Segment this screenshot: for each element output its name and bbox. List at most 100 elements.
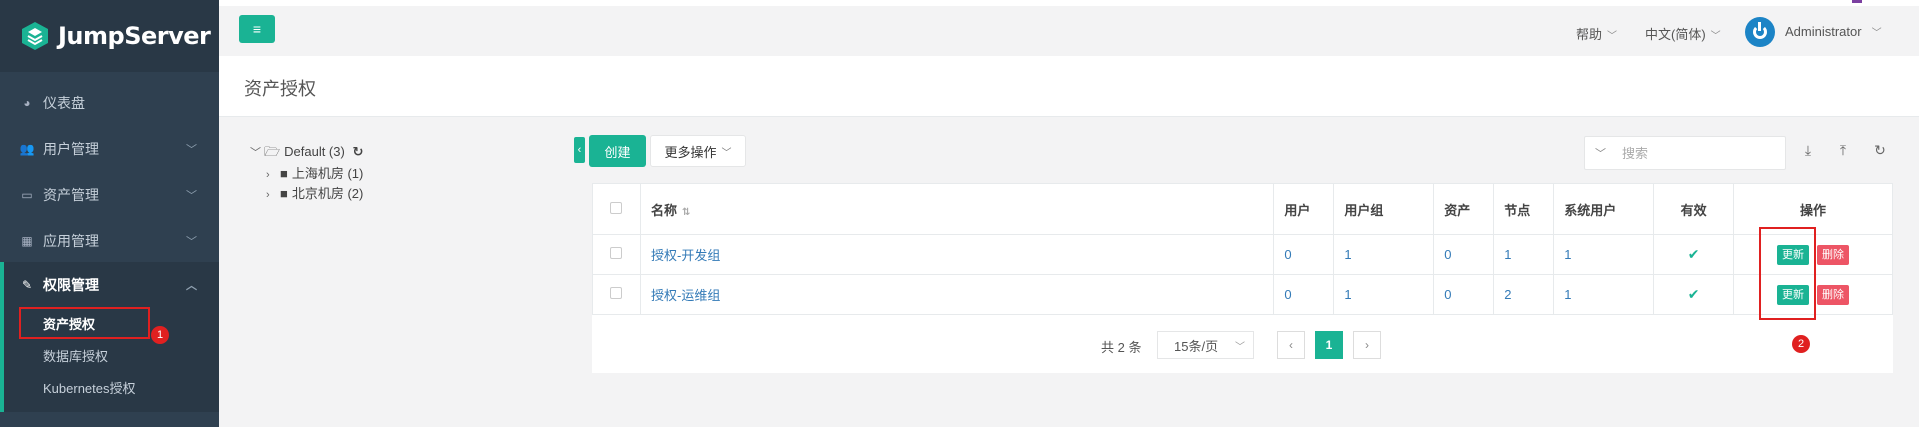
pager-next-button[interactable]: ›: [1353, 331, 1381, 359]
upload-icon[interactable]: ⤒: [1834, 142, 1852, 160]
row-checkbox[interactable]: [610, 247, 623, 259]
download-icon[interactable]: ⤓: [1799, 142, 1817, 160]
column-header-name[interactable]: 名称 ⇅: [639, 183, 1275, 235]
user-name: Administrator: [1785, 24, 1862, 39]
help-menu[interactable]: 帮助 ﹀: [1576, 24, 1617, 43]
delete-button[interactable]: 删除: [1817, 284, 1850, 305]
dashboard-icon: ◕: [23, 96, 31, 110]
column-header-system-users: 系统用户: [1553, 183, 1655, 235]
folder-open-icon: 🗁: [264, 144, 281, 159]
row-select-cell: [592, 234, 641, 275]
sidebar-item-label: 资产管理: [43, 187, 99, 203]
permission-name-link[interactable]: 授权-开发组: [651, 248, 720, 263]
more-actions-button[interactable]: 更多操作 ﹀: [650, 135, 746, 167]
tree-node-label: Default (3): [284, 144, 345, 159]
chevron-down-icon: ﹀: [1607, 31, 1618, 42]
chevron-down-icon: ﹀: [1235, 341, 1245, 353]
sidebar-item-permissions[interactable]: ✎ 权限管理 ︿: [0, 262, 219, 308]
table-row: 授权-开发组 0 1 0 1 1 ✔ 更新 删除: [592, 234, 1893, 275]
chevron-down-icon: ﹀: [721, 147, 732, 159]
nodes-cell: 2: [1493, 274, 1555, 315]
column-header-nodes: 节点: [1493, 183, 1555, 235]
search-input[interactable]: [1620, 144, 1774, 162]
language-menu[interactable]: 中文(简体) ﹀: [1645, 24, 1721, 43]
name-cell: 授权-运维组: [639, 274, 1275, 315]
chevron-down-icon[interactable]: ﹀: [250, 144, 264, 160]
select-all-cell: [592, 183, 641, 235]
language-label: 中文(简体): [1645, 27, 1706, 42]
page-title: 资产授权: [244, 79, 316, 99]
pager-prev-button[interactable]: ‹: [1277, 331, 1305, 359]
sidebar-item-label: 应用管理: [43, 233, 99, 249]
assets-count-link[interactable]: 0: [1444, 287, 1451, 302]
groups-count-link[interactable]: 1: [1344, 287, 1351, 302]
page-header: [219, 56, 1919, 117]
sidebar-item-applications[interactable]: ▦ 应用管理 ﹀: [0, 218, 219, 264]
sidebar-item-dashboard[interactable]: ◕ 仪表盘: [0, 80, 219, 126]
assets-count-link[interactable]: 0: [1444, 247, 1451, 262]
refresh-icon[interactable]: ↻: [1871, 142, 1889, 160]
permission-name-link[interactable]: 授权-运维组: [651, 288, 720, 303]
users-icon: 👥: [19, 142, 35, 156]
sidebar-item-label: 权限管理: [43, 277, 99, 293]
user-avatar[interactable]: [1745, 17, 1775, 47]
hamburger-icon: ≡: [252, 21, 262, 37]
permission-table: 名称 ⇅ 用户 用户组 资产 节点 系统用户 有效 操作 授权-开发组 0 1 0…: [592, 183, 1893, 315]
system-users-count-link[interactable]: 1: [1564, 247, 1571, 262]
jumpserver-logo-icon: [22, 22, 48, 50]
nodes-count-link[interactable]: 2: [1504, 287, 1511, 302]
search-box[interactable]: ﹀: [1584, 136, 1786, 170]
chevron-down-icon: ﹀: [1710, 31, 1721, 42]
chevron-down-icon: ﹀: [186, 144, 197, 156]
nodes-count-link[interactable]: 1: [1504, 247, 1511, 262]
annotation-badge: 1: [151, 326, 169, 344]
users-count-link[interactable]: 0: [1284, 247, 1291, 262]
system-users-cell: 1: [1553, 234, 1655, 275]
page-size-select[interactable]: 15条/页 ﹀: [1157, 331, 1254, 359]
tree-node-shanghai[interactable]: › ■ 上海机房 (1): [266, 163, 363, 182]
refresh-icon[interactable]: ↻: [352, 144, 363, 159]
tree-node-beijing[interactable]: › ■ 北京机房 (2): [266, 183, 363, 202]
tree-collapse-button[interactable]: ‹: [574, 137, 585, 163]
column-header-valid: 有效: [1653, 183, 1735, 235]
delete-button[interactable]: 删除: [1817, 244, 1850, 265]
chevron-down-icon[interactable]: ﹀: [1595, 145, 1606, 161]
sort-icon[interactable]: ⇅: [682, 207, 690, 218]
select-all-checkbox[interactable]: [610, 201, 623, 214]
user-menu[interactable]: Administrator ﹀: [1785, 24, 1882, 39]
menu-toggle-button[interactable]: ≡: [239, 15, 275, 43]
users-cell: 0: [1273, 234, 1335, 275]
users-count-link[interactable]: 0: [1284, 287, 1291, 302]
groups-cell: 1: [1333, 234, 1435, 275]
folder-icon: ■: [280, 166, 288, 181]
tree-node-root[interactable]: ﹀ 🗁 Default (3) ↻: [250, 143, 363, 165]
check-icon: ✔: [1687, 246, 1700, 262]
chevron-right-icon[interactable]: ›: [266, 169, 280, 181]
chevron-right-icon[interactable]: ›: [266, 189, 280, 201]
pager-total: 共 2 条: [1101, 340, 1142, 355]
column-header-label: 名称: [650, 202, 677, 218]
users-cell: 0: [1273, 274, 1335, 315]
sidebar-subitem-database-permission[interactable]: 数据库授权: [43, 346, 108, 365]
sidebar-item-users[interactable]: 👥 用户管理 ﹀: [0, 126, 219, 172]
row-checkbox[interactable]: [610, 287, 623, 299]
tree-node-label: 上海机房 (1): [291, 166, 364, 181]
groups-count-link[interactable]: 1: [1344, 247, 1351, 262]
sidebar-subitem-kubernetes-permission[interactable]: Kubernetes授权: [43, 378, 136, 397]
power-icon: [1753, 22, 1767, 39]
pager-page-button[interactable]: 1: [1315, 331, 1343, 359]
nodes-cell: 1: [1493, 234, 1555, 275]
more-actions-label: 更多操作: [664, 144, 717, 160]
table-row: 授权-运维组 0 1 0 2 1 ✔ 更新 删除: [592, 274, 1893, 315]
column-header-groups: 用户组: [1333, 183, 1435, 235]
grid-icon: ▦: [21, 234, 33, 248]
system-users-count-link[interactable]: 1: [1564, 287, 1571, 302]
create-button[interactable]: 创建: [589, 135, 646, 167]
sidebar-item-label: 用户管理: [43, 141, 99, 157]
table-header-row: 名称 ⇅ 用户 用户组 资产 节点 系统用户 有效 操作: [592, 183, 1893, 235]
logo[interactable]: JumpServer: [0, 0, 219, 72]
chevron-down-icon: ﹀: [186, 236, 197, 248]
sidebar-item-assets[interactable]: ▭ 资产管理 ﹀: [0, 172, 219, 218]
sidebar-item-label: 仪表盘: [43, 95, 85, 111]
help-label: 帮助: [1576, 27, 1603, 42]
